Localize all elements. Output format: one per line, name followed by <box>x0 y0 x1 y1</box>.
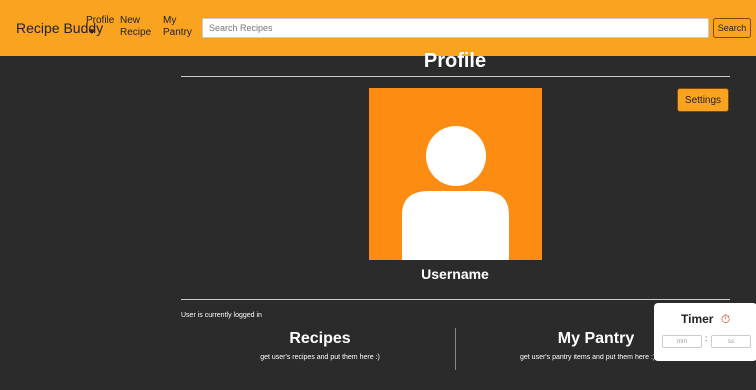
user-silhouette-icon <box>402 126 509 260</box>
nav-new-recipe[interactable]: New Recipe <box>120 15 154 39</box>
page-title: Profile <box>423 50 487 72</box>
nav-profile-dropdown[interactable]: Profile ▼ <box>86 15 114 36</box>
search-input[interactable] <box>202 18 709 38</box>
timer-minutes-input[interactable] <box>662 335 702 348</box>
stopwatch-icon: ⏱ <box>720 312 731 326</box>
recipes-heading: Recipes <box>289 330 351 347</box>
divider <box>181 299 730 300</box>
username: Username <box>421 266 489 282</box>
divider <box>181 76 730 77</box>
timer-title: Timer ⏱ <box>681 312 730 327</box>
caret-down-icon: ▼ <box>88 27 96 36</box>
timer-seconds-input[interactable] <box>711 335 751 348</box>
login-status-text: User is currently logged in <box>181 312 262 319</box>
nav-my-pantry[interactable]: My Pantry <box>163 15 197 39</box>
timer-title-label: Timer <box>681 312 714 326</box>
avatar <box>369 88 542 260</box>
vertical-divider <box>455 328 456 370</box>
recipes-description: get user's recipes and put them here :) <box>260 354 380 361</box>
nav-profile-label: Profile <box>86 15 115 26</box>
search-button[interactable]: Search <box>713 18 751 38</box>
navbar: Recipe Buddy Profile ▼ New Recipe My Pan… <box>0 0 756 56</box>
timer-separator: : <box>705 334 708 343</box>
settings-button[interactable]: Settings <box>677 88 729 112</box>
timer-widget: Timer ⏱ : <box>654 303 756 361</box>
